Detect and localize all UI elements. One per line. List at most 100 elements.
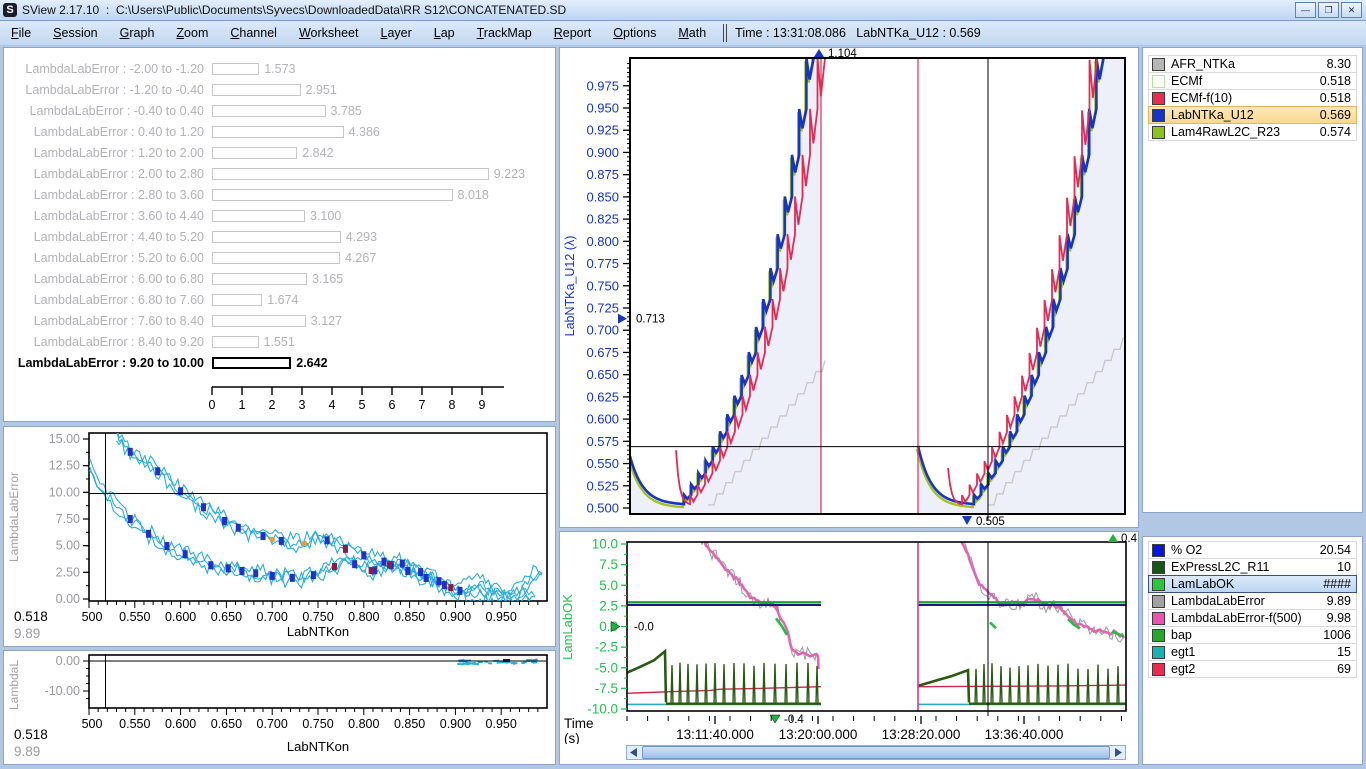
y-tick-label: 0.725 (586, 300, 619, 315)
channel-row[interactable]: % O220.54 (1148, 541, 1357, 559)
histogram-row[interactable]: LambdaLabError : 4.40 to 5.204.293 (4, 226, 555, 247)
channel-row[interactable]: ExPressL2C_R1110 (1148, 558, 1357, 576)
menu-channel[interactable]: Channel (219, 23, 288, 43)
y-tick-label: 0.675 (586, 345, 619, 360)
menu-options[interactable]: Options (602, 23, 667, 43)
main-chart[interactable]: 0.9750.9500.9250.9000.8750.8500.8250.800… (560, 48, 1138, 527)
menu-separator (723, 24, 727, 42)
x-tick-label: 0.750 (302, 610, 333, 624)
scroll-right-arrow[interactable] (1111, 746, 1125, 759)
channel-swatch (1152, 663, 1165, 676)
histogram-row[interactable]: LambdaLabError : 9.20 to 10.002.642 (4, 352, 555, 373)
bin-value: 1.674 (262, 293, 298, 307)
histogram-row[interactable]: LambdaLabError : 8.40 to 9.201.551 (4, 331, 555, 352)
y-tick-label: -7.5 (595, 681, 618, 696)
x-axis-label: LabNTKon (287, 624, 349, 639)
y-tick-label: 0.00 (56, 592, 80, 606)
scroll-left-arrow[interactable] (627, 746, 641, 759)
bin-bar (212, 273, 307, 285)
bin-bar (212, 126, 344, 138)
y-tick-label: 0.550 (586, 456, 619, 471)
histogram-axis: 0123456789 (4, 383, 555, 421)
main-chart-panel[interactable]: 0.9750.9500.9250.9000.8750.8500.8250.800… (559, 47, 1139, 528)
menu-trackmap[interactable]: TrackMap (466, 23, 543, 43)
menu-file[interactable]: File (0, 23, 42, 43)
lam-chart-panel[interactable]: 10.07.55.02.50.0-2.5-5.0-7.5-10.0LamLabO… (559, 531, 1139, 765)
x-tick-label: 0.600 (165, 610, 196, 624)
x-tick-label: 0.600 (165, 717, 196, 731)
channel-list-top: AFR_NTKa8.30ECMf0.518ECMf-f(10)0.518LabN… (1142, 47, 1363, 513)
menu-layer[interactable]: Layer (369, 23, 422, 43)
menu-lap[interactable]: Lap (423, 23, 466, 43)
bin-value: 2.951 (301, 83, 337, 97)
histogram-row[interactable]: LambdaLabError : 6.00 to 6.803.165 (4, 268, 555, 289)
histogram-row[interactable]: LambdaLabError : -2.00 to -1.201.573 (4, 58, 555, 79)
y-tick-label: 2.50 (56, 565, 80, 579)
min-marker-value: -0.4 (784, 714, 804, 726)
scatter-chart[interactable]: 15.0012.5010.007.505.002.500.005000.5500… (4, 427, 555, 646)
bin-label: LambdaLabError : 7.60 to 8.40 (4, 314, 212, 328)
histogram-row[interactable]: LambdaLabError : 3.60 to 4.403.100 (4, 205, 555, 226)
channel-row[interactable]: egt115 (1148, 643, 1357, 661)
bin-label: LambdaLabError : 5.20 to 6.00 (4, 251, 212, 265)
channel-swatch (1152, 578, 1165, 591)
y-tick-label: 0.500 (586, 501, 619, 516)
max-marker-value: 0.4 (1121, 533, 1138, 545)
channel-row[interactable]: LamLabOK#### (1148, 575, 1357, 593)
y-tick-label: -10.0 (587, 702, 618, 717)
y-tick-label: 0.900 (586, 145, 619, 160)
bin-value: 3.100 (305, 209, 341, 223)
bin-bar (212, 357, 291, 369)
menu-zoom[interactable]: Zoom (165, 23, 219, 43)
time-scrollbar[interactable] (626, 745, 1126, 760)
bin-bar (212, 84, 301, 96)
menu-worksheet[interactable]: Worksheet (288, 23, 370, 43)
strip-chart[interactable]: 0.00-10.005000.5500.6000.6500.7000.7500.… (4, 651, 555, 764)
y-tick-label: 0.825 (586, 212, 619, 227)
channel-row[interactable]: LambdaLabError-f(500)9.98 (1148, 609, 1357, 627)
channel-row[interactable]: bap1006 (1148, 626, 1357, 644)
histogram-row[interactable]: LambdaLabError : -0.40 to 0.403.785 (4, 100, 555, 121)
menu-graph[interactable]: Graph (109, 23, 166, 43)
min-marker-icon (962, 516, 972, 525)
bin-value: 1.573 (259, 62, 295, 76)
channel-value: 8.30 (1327, 57, 1356, 71)
channel-row[interactable]: egt269 (1148, 660, 1357, 678)
bin-label: LambdaLabError : 0.40 to 1.20 (4, 125, 212, 139)
channel-row[interactable]: ECMf-f(10)0.518 (1148, 89, 1357, 107)
channel-row[interactable]: AFR_NTKa8.30 (1148, 55, 1357, 73)
histogram-row[interactable]: LambdaLabError : 7.60 to 8.40 3.127 (4, 310, 555, 331)
channel-swatch (1152, 595, 1165, 608)
histogram-row[interactable]: LambdaLabError : -1.20 to -0.402.951 (4, 79, 555, 100)
minimize-button[interactable]: — (1295, 2, 1316, 18)
strip-panel[interactable]: 0.00-10.005000.5500.6000.6500.7000.7500.… (3, 650, 556, 765)
histogram-row[interactable]: LambdaLabError : 6.80 to 7.601.674 (4, 289, 555, 310)
histogram-row[interactable]: LambdaLabError : 2.00 to 2.809.223 (4, 163, 555, 184)
channel-value: 69 (1337, 662, 1356, 676)
histogram-row[interactable]: LambdaLabError : 1.20 to 2.002.842 (4, 142, 555, 163)
x-tick-label: 0.700 (257, 610, 288, 624)
scrollbar-thumb[interactable] (642, 746, 1110, 759)
bin-value: 3.127 (306, 314, 342, 328)
histogram-row[interactable]: LambdaLabError : 0.40 to 1.204.386 (4, 121, 555, 142)
histogram-row[interactable]: LambdaLabError : 2.80 to 3.608.018 (4, 184, 555, 205)
menu-report[interactable]: Report (543, 23, 603, 43)
menu-session[interactable]: Session (42, 23, 108, 43)
channel-row[interactable]: ECMf0.518 (1148, 72, 1357, 90)
channel-row[interactable]: Lam4RawL2C_R230.574 (1148, 123, 1357, 141)
channel-row[interactable]: LambdaLabError9.89 (1148, 592, 1357, 610)
close-button[interactable]: ✕ (1341, 2, 1362, 18)
menu-math[interactable]: Math (667, 23, 717, 43)
histogram-panel[interactable]: LambdaLabError : -2.00 to -1.201.573Lamb… (3, 47, 556, 422)
bin-bar (212, 210, 305, 222)
scatter-panel[interactable]: 15.0012.5010.007.505.002.500.005000.5500… (3, 426, 556, 647)
time-tick-label: 13:36:40.000 (985, 727, 1064, 742)
histogram-row[interactable]: LambdaLabError : 5.20 to 6.004.267 (4, 247, 555, 268)
bin-bar (212, 315, 306, 327)
lam-chart[interactable]: 10.07.55.02.50.0-2.5-5.0-7.5-10.0LamLabO… (560, 532, 1138, 744)
x-axis-label-2: (s) (564, 731, 580, 744)
channel-row[interactable]: LabNTKa_U120.569 (1148, 106, 1357, 124)
bin-bar (212, 189, 453, 201)
restore-button[interactable]: ❐ (1318, 2, 1339, 18)
axis-tick-label: 8 (449, 398, 456, 412)
